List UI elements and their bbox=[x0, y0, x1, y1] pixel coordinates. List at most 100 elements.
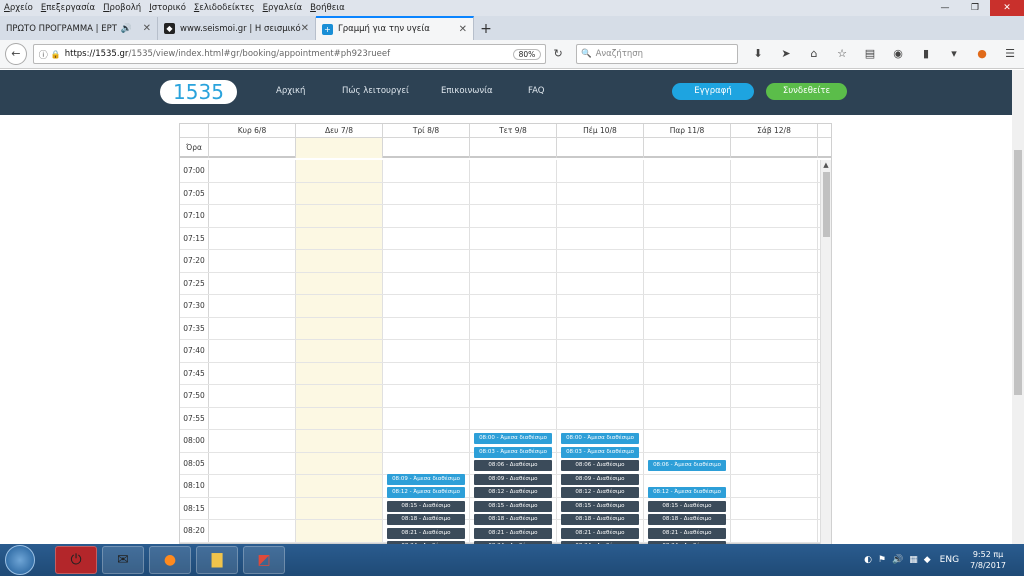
menu-item[interactable]: Σελιδοδείκτες bbox=[190, 3, 259, 13]
time-slot-cell[interactable] bbox=[557, 227, 644, 249]
search-input[interactable]: 🔍 Αναζήτηση bbox=[575, 44, 738, 64]
time-slot-cell[interactable] bbox=[296, 430, 383, 452]
time-slot-cell[interactable] bbox=[296, 385, 383, 407]
time-slot-cell[interactable] bbox=[383, 295, 470, 317]
reader-icon[interactable]: ▤ bbox=[858, 44, 882, 64]
time-slot-cell[interactable] bbox=[209, 182, 296, 204]
time-slot-cell[interactable] bbox=[644, 385, 731, 407]
firefox-icon[interactable]: ● bbox=[149, 546, 191, 574]
time-slot-cell[interactable] bbox=[383, 340, 470, 362]
time-slot-cell[interactable] bbox=[296, 340, 383, 362]
tab-seismoi[interactable]: ◆ www.seismoi.gr | Η σεισμικό ✕ bbox=[158, 17, 316, 40]
time-slot-cell[interactable] bbox=[383, 227, 470, 249]
available-slot-button[interactable]: 08:15 - Διαθέσιμο bbox=[474, 500, 552, 512]
time-slot-cell[interactable] bbox=[644, 317, 731, 339]
time-slot-cell[interactable] bbox=[557, 317, 644, 339]
time-slot-cell[interactable] bbox=[296, 317, 383, 339]
menu-item[interactable]: Προβολή bbox=[99, 3, 145, 13]
nav-home[interactable]: Αρχική bbox=[276, 86, 305, 96]
immediate-slot-button[interactable]: 08:09 - Άμεσα διαθέσιμο bbox=[387, 473, 465, 485]
nav-how-it-works[interactable]: Πώς λειτουργεί bbox=[342, 86, 409, 96]
language-indicator[interactable]: ENG bbox=[940, 555, 959, 565]
time-slot-cell[interactable] bbox=[296, 227, 383, 249]
time-slot-cell[interactable] bbox=[644, 407, 731, 429]
available-slot-button[interactable]: 08:12 - Διαθέσιμο bbox=[474, 487, 552, 498]
info-icon[interactable]: ⓘ bbox=[39, 48, 48, 61]
time-slot-cell[interactable] bbox=[644, 272, 731, 294]
time-slot-cell[interactable] bbox=[731, 385, 818, 407]
explorer-icon[interactable]: ▇ bbox=[196, 546, 238, 574]
time-slot-cell[interactable] bbox=[383, 160, 470, 182]
flag-icon[interactable]: ⚑ bbox=[878, 555, 886, 565]
dropdown-icon[interactable]: ▾ bbox=[942, 44, 966, 64]
extension-icon[interactable]: ● bbox=[970, 44, 994, 64]
time-slot-cell[interactable] bbox=[731, 317, 818, 339]
tab-1535[interactable]: + Γραμμή για την υγεία ✕ bbox=[316, 16, 474, 40]
menu-item[interactable]: Αρχείο bbox=[0, 3, 37, 13]
immediate-slot-button[interactable]: 08:12 - Άμεσα διαθέσιμο bbox=[648, 487, 726, 498]
time-slot-cell[interactable] bbox=[209, 272, 296, 294]
clock[interactable]: 9:52 πμ 7/8/2017 bbox=[970, 549, 1006, 571]
immediate-slot-button[interactable]: 08:03 - Άμεσα διαθέσιμο bbox=[561, 446, 639, 458]
time-slot-cell[interactable] bbox=[731, 340, 818, 362]
page-scrollbar[interactable] bbox=[1012, 70, 1024, 544]
time-slot-cell[interactable] bbox=[731, 362, 818, 384]
time-slot-cell[interactable] bbox=[557, 340, 644, 362]
time-slot-cell[interactable] bbox=[470, 385, 557, 407]
available-slot-button[interactable]: 08:15 - Διαθέσιμο bbox=[648, 500, 726, 512]
time-slot-cell[interactable] bbox=[557, 250, 644, 272]
time-slot-cell[interactable] bbox=[296, 452, 383, 474]
available-slot-button[interactable]: 08:15 - Διαθέσιμο bbox=[561, 500, 639, 512]
time-slot-cell[interactable] bbox=[296, 205, 383, 227]
available-slot-button[interactable]: 08:06 - Διαθέσιμο bbox=[474, 460, 552, 471]
time-slot-cell[interactable] bbox=[209, 430, 296, 452]
time-slot-cell[interactable] bbox=[557, 362, 644, 384]
home-icon[interactable]: ⌂ bbox=[802, 44, 826, 64]
available-slot-button[interactable]: 08:15 - Διαθέσιμο bbox=[387, 500, 465, 512]
time-slot-cell[interactable] bbox=[557, 160, 644, 182]
available-slot-button[interactable]: 08:18 - Διαθέσιμο bbox=[561, 514, 639, 525]
url-bar[interactable]: ⓘ 🔒 https://1535.gr/1535/view/index.html… bbox=[32, 44, 547, 64]
time-slot-cell[interactable] bbox=[470, 250, 557, 272]
time-slot-cell[interactable] bbox=[209, 340, 296, 362]
calendar-scroll-thumb[interactable] bbox=[823, 172, 830, 237]
time-slot-cell[interactable] bbox=[557, 272, 644, 294]
available-slot-button[interactable]: 08:09 - Διαθέσιμο bbox=[474, 473, 552, 485]
hamburger-menu-icon[interactable]: ☰ bbox=[998, 44, 1022, 64]
available-slot-button[interactable]: 08:21 - Διαθέσιμο bbox=[474, 527, 552, 539]
available-slot-button[interactable]: 08:18 - Διαθέσιμο bbox=[474, 514, 552, 525]
time-slot-cell[interactable] bbox=[209, 362, 296, 384]
time-slot-cell[interactable] bbox=[470, 272, 557, 294]
page-scroll-thumb[interactable] bbox=[1014, 150, 1022, 395]
time-slot-cell[interactable] bbox=[209, 250, 296, 272]
time-slot-cell[interactable] bbox=[296, 182, 383, 204]
login-button[interactable]: Συνδεθείτε bbox=[766, 83, 847, 100]
available-slot-button[interactable]: 08:21 - Διαθέσιμο bbox=[387, 527, 465, 539]
available-slot-button[interactable]: 08:18 - Διαθέσιμο bbox=[648, 514, 726, 525]
time-slot-cell[interactable] bbox=[644, 160, 731, 182]
close-tab-icon[interactable]: ✕ bbox=[143, 23, 151, 34]
time-slot-cell[interactable] bbox=[470, 182, 557, 204]
reload-icon[interactable]: ↻ bbox=[548, 44, 568, 64]
start-button[interactable] bbox=[5, 545, 35, 575]
time-slot-cell[interactable] bbox=[209, 475, 296, 497]
time-slot-cell[interactable] bbox=[296, 362, 383, 384]
close-tab-icon[interactable]: ✕ bbox=[301, 23, 309, 34]
time-slot-cell[interactable] bbox=[644, 430, 731, 452]
time-slot-cell[interactable] bbox=[383, 430, 470, 452]
time-slot-cell[interactable] bbox=[731, 295, 818, 317]
time-slot-cell[interactable] bbox=[644, 295, 731, 317]
network-icon[interactable]: ▦ bbox=[909, 555, 918, 565]
minimize-button[interactable]: — bbox=[930, 0, 960, 16]
menu-item[interactable]: Βοήθεια bbox=[306, 3, 349, 13]
time-slot-cell[interactable] bbox=[296, 272, 383, 294]
time-slot-cell[interactable] bbox=[296, 407, 383, 429]
time-slot-cell[interactable] bbox=[731, 407, 818, 429]
time-slot-cell[interactable] bbox=[470, 295, 557, 317]
time-slot-cell[interactable] bbox=[731, 430, 818, 452]
time-slot-cell[interactable] bbox=[383, 272, 470, 294]
time-slot-cell[interactable] bbox=[470, 340, 557, 362]
close-window-button[interactable]: ✕ bbox=[990, 0, 1024, 16]
time-slot-cell[interactable] bbox=[383, 182, 470, 204]
time-slot-cell[interactable] bbox=[644, 362, 731, 384]
